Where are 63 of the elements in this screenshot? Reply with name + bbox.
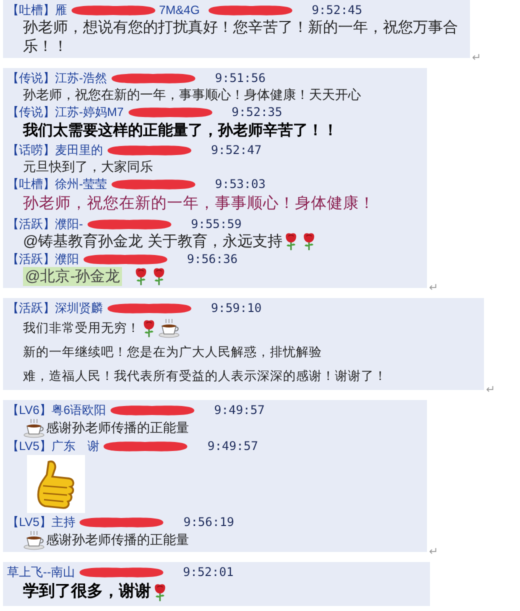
message-text: 感谢孙老师传播的正能量: [46, 531, 189, 549]
message-text: 感谢孙老师传播的正能量: [46, 419, 189, 437]
rose-icon: [142, 318, 156, 338]
sender-name: 广东 谢: [51, 438, 100, 455]
coffee-cup-icon: [23, 418, 45, 438]
message-time: 9:59:10: [211, 300, 262, 317]
message-time: 9:53:03: [215, 176, 266, 193]
message-time: 9:56:36: [187, 251, 238, 268]
message-time: 9:55:59: [191, 216, 242, 233]
sender-name: 粤6语欧阳: [51, 402, 106, 419]
thumbs-up-sticker: [27, 455, 85, 513]
message-text: 元旦快到了，大家同乐: [23, 159, 153, 174]
message-time: 9:51:56: [215, 70, 266, 87]
message-text: 难，造福人民！我代表所有受益的人表示深深的感谢！谢谢了！: [23, 368, 387, 385]
rank-tag: 【LV6】: [7, 401, 52, 419]
rose-icon: [302, 232, 316, 251]
sender-name: 雁: [55, 2, 67, 19]
message-time: 9:52:35: [232, 104, 282, 121]
message-time: 9:49:57: [214, 402, 265, 419]
message-time: 9:49:57: [207, 438, 258, 455]
paragraph-mark: ↵: [472, 50, 481, 66]
message-text: 学到了很多，谢谢: [23, 582, 151, 602]
rank-tag: 【LV5】: [7, 437, 52, 455]
sender-name: 濮阳: [55, 251, 79, 268]
message-text: 新的一年继续吧！您是在为广大人民解惑，排忧解验: [23, 344, 322, 361]
paragraph-mark: ↵: [429, 544, 438, 560]
rank-tag: 【传说】: [7, 69, 55, 87]
rank-tag: 【活跃】: [7, 215, 55, 233]
message-text: 孙老师，想说有您的打扰真好！您辛苦了！新的一年，祝您万事合乐！！: [23, 19, 458, 55]
rose-icon: [134, 267, 148, 286]
rank-tag: 【活跃】: [7, 299, 55, 317]
sender-name: 主持: [51, 514, 76, 531]
rank-tag: 【活跃】: [7, 250, 55, 268]
rank-tag: 【传说】: [7, 103, 55, 121]
message-text: 孙老师，祝您在新的一年，事事顺心！身体健康！天天开心: [23, 87, 361, 102]
sender-name: 7M&4G: [159, 2, 200, 19]
message-time: 9:52:01: [183, 564, 234, 581]
message-text: 我们非常受用无穷！: [23, 320, 140, 337]
rank-tag: 【吐槽】: [7, 1, 55, 19]
sender-name: 深圳贤麟: [55, 300, 103, 317]
rank-tag: 【吐槽】: [7, 175, 55, 193]
message-time: 9:56:19: [183, 514, 234, 531]
rank-tag: 【话唠】: [7, 141, 55, 159]
mention-tag[interactable]: @北京-孙金龙: [23, 267, 122, 286]
sender-name: 麦田里的: [55, 142, 103, 159]
rank-tag: 【LV5】: [7, 513, 52, 531]
rose-icon: [152, 267, 166, 286]
paragraph-mark: ↵: [486, 382, 495, 398]
sender-name: 徐州-莹莹: [55, 176, 107, 193]
sender-name: 濮阳-: [55, 216, 83, 233]
sender-name: 江苏-婷妈M7: [55, 104, 124, 121]
message-time: 9:52:45: [312, 2, 362, 19]
coffee-cup-icon: [158, 318, 180, 338]
coffee-cup-icon: [23, 530, 45, 550]
sender-name: 草上飞--南山: [7, 564, 75, 581]
sender-name: 江苏-浩然: [55, 70, 107, 87]
paragraph-mark: ↵: [429, 280, 438, 296]
message-time: 9:52:47: [211, 142, 262, 159]
rose-icon: [284, 232, 298, 251]
rose-icon: [153, 582, 167, 602]
message-text: @铸基教育孙金龙 关于教育，永远支持: [23, 232, 282, 251]
message-text: 孙老师，祝您在新的一年，事事顺心！身体健康！: [23, 195, 375, 212]
message-text: 我们太需要这样的正能量了，孙老师辛苦了！！: [23, 122, 338, 139]
